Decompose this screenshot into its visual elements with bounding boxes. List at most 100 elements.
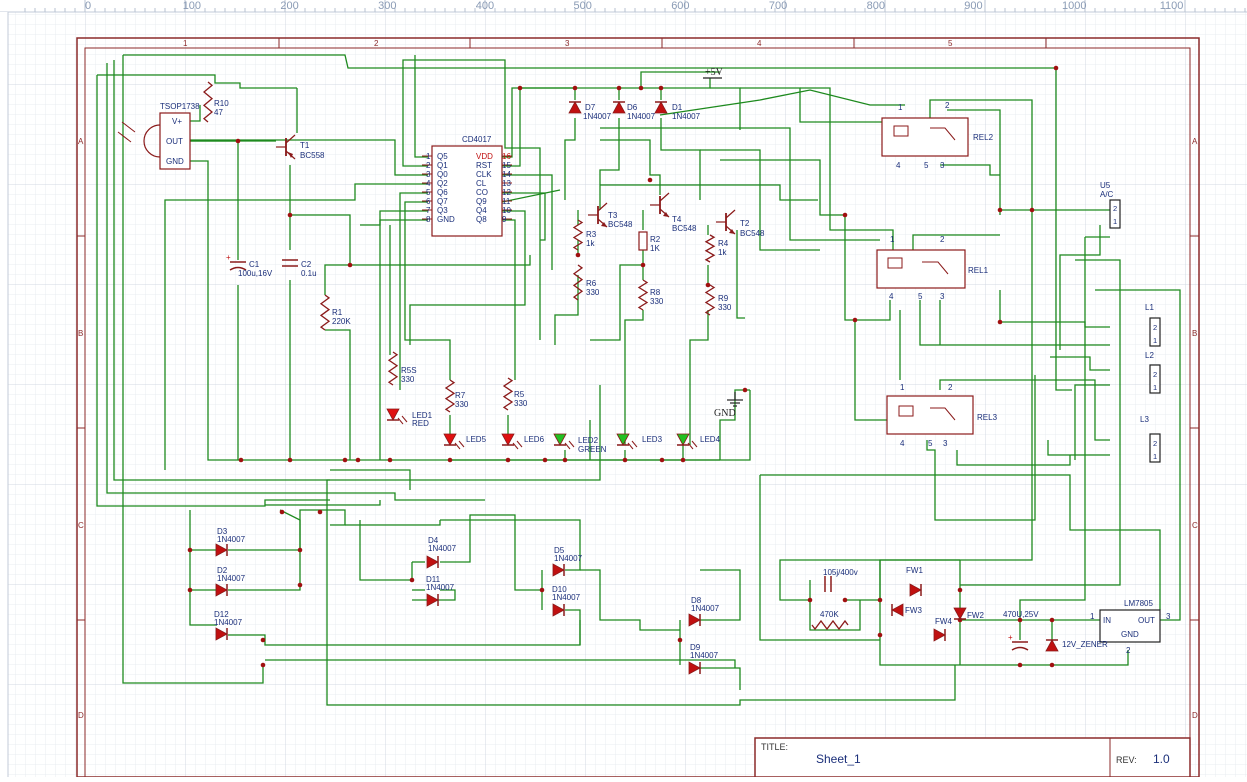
reg-name: LM7805 [1124, 599, 1153, 608]
r1-ref: R1 [332, 308, 343, 317]
fw2-ref: FW2 [967, 611, 984, 620]
r4-ref: R4 [718, 239, 729, 248]
ic-pin-name: Q0 [437, 170, 448, 179]
ruler-tick-label: 500 [574, 0, 592, 12]
ic-pin-name: Q6 [437, 188, 448, 197]
d11-part: 1N4007 [426, 583, 455, 592]
rel2-pin3: 3 [940, 161, 945, 170]
ic-name: CD4017 [462, 135, 492, 144]
r3-ref: R3 [586, 230, 597, 239]
rel2-pin5: 5 [924, 161, 929, 170]
rel1-pin3: 3 [940, 292, 945, 301]
ic-pin-name: Q1 [437, 161, 448, 170]
c1-value: 100u,16V [238, 269, 273, 278]
title-block: TITLE: Sheet_1 REV: 1.0 [754, 737, 1191, 778]
ic-pin-number: 16 [502, 152, 511, 161]
u5-ref: U5 [1100, 181, 1111, 190]
r9-value: 330 [718, 303, 732, 312]
rel1-ref: REL1 [968, 266, 989, 275]
d1-ref: D1 [672, 103, 683, 112]
title-value: Sheet_1 [816, 752, 861, 766]
rel2-pin4: 4 [896, 161, 901, 170]
r5-value: 330 [514, 399, 528, 408]
cd4017-ic[interactable]: CD4017 1 Q5 2 Q1 3 Q0 4 Q2 5 Q6 6 Q7 7 Q3 8 GND 16 VDD 15 R… [422, 135, 512, 237]
d7-part: 1N4007 [583, 112, 612, 121]
r9-ref: R9 [718, 294, 729, 303]
rel1-pin1: 1 [890, 235, 895, 244]
ic-pin-number: 12 [502, 188, 511, 197]
r4-value: 1k [718, 248, 727, 257]
r2-value: 1K [650, 244, 660, 253]
ic-pin-name: CLK [476, 170, 492, 179]
tsop-name: TSOP1738 [160, 102, 200, 111]
c105j-value: 105j/400v [823, 568, 858, 577]
l2-pin2: 2 [1153, 370, 1157, 379]
zone-row-a-right: A [1192, 137, 1198, 146]
d3-part: 1N4007 [217, 535, 246, 544]
tsop-pin-out: OUT [166, 137, 183, 146]
ic-pin-name: Q7 [437, 197, 448, 206]
l3-ref: L3 [1140, 415, 1149, 424]
ic-pin-name: Q9 [476, 197, 487, 206]
l2-pin1: 1 [1153, 383, 1157, 392]
zener-value: 12V_ZENER [1062, 640, 1108, 649]
led4-ref: LED4 [700, 435, 721, 444]
zone-col-1: 1 [183, 39, 188, 48]
d8-part: 1N4007 [691, 604, 720, 613]
ruler-tick-label: 0 [85, 0, 91, 12]
ic-pin-name: CO [476, 188, 488, 197]
r5s-value: 330 [401, 375, 415, 384]
rel1-pin2: 2 [940, 235, 945, 244]
r470k-value: 470K [820, 610, 839, 619]
ic-pin-number: 15 [502, 161, 511, 170]
rev-label: REV: [1116, 755, 1137, 765]
rel2-pin2: 2 [945, 101, 950, 110]
zone-col-4: 4 [757, 39, 762, 48]
ic-pin-name: Q2 [437, 179, 448, 188]
gnd-label: GND [714, 408, 736, 419]
left-ruler [0, 12, 9, 777]
ic-pin-name: Q3 [437, 206, 448, 215]
led3-ref: LED3 [642, 435, 663, 444]
rel3-pin2: 2 [948, 383, 953, 392]
t3-ref: T3 [608, 211, 618, 220]
t4-ref: T4 [672, 215, 682, 224]
rel3-ref: REL3 [977, 413, 998, 422]
reg-in: IN [1103, 616, 1111, 625]
c470u-value: 470U,25V [1003, 610, 1039, 619]
ic-pin-number: 14 [502, 170, 511, 179]
r10-ref: R10 [214, 99, 229, 108]
c1-ref: C1 [249, 260, 260, 269]
ic-pin-name: Q8 [476, 215, 487, 224]
resistor-r2[interactable] [638, 231, 648, 251]
ic-pin-number: 5 [426, 188, 431, 197]
r6-ref: R6 [586, 279, 597, 288]
ic-pin-number: 3 [426, 170, 431, 179]
r5s-ref: R5S [401, 366, 417, 375]
r10-value: 47 [214, 108, 223, 117]
reg-gnd: GND [1121, 630, 1139, 639]
zone-row-d: D [78, 711, 84, 720]
ruler-tick-label: 1000 [1062, 0, 1086, 12]
zone-row-c: C [78, 521, 84, 530]
reg-out: OUT [1138, 616, 1155, 625]
l3-pin1: 1 [1153, 452, 1157, 461]
zone-row-b-right: B [1192, 329, 1197, 338]
ic-pin-number: 9 [502, 215, 507, 224]
rel3-pin5: 5 [928, 439, 933, 448]
rel3-pin1: 1 [900, 383, 905, 392]
rel1-pin5: 5 [918, 292, 923, 301]
ruler-tick-label: 100 [183, 0, 201, 12]
ruler-tick-label: 400 [476, 0, 494, 12]
schematic-canvas[interactable]: 0 100 200 300 400 500 600 700 800 900 1000 1100 1 2… [0, 0, 1247, 778]
ruler-tick-label: 900 [964, 0, 982, 12]
zone-row-a: A [78, 137, 84, 146]
fw4-ref: FW4 [935, 617, 952, 626]
rel2-ref: REL2 [973, 133, 994, 142]
t1-ref: T1 [300, 141, 310, 150]
d12-part: 1N4007 [214, 618, 243, 627]
capacitor-plus-sign: + [1008, 633, 1013, 642]
led6-ref: LED6 [524, 435, 545, 444]
r7-value: 330 [455, 400, 469, 409]
zone-col-3: 3 [565, 39, 570, 48]
